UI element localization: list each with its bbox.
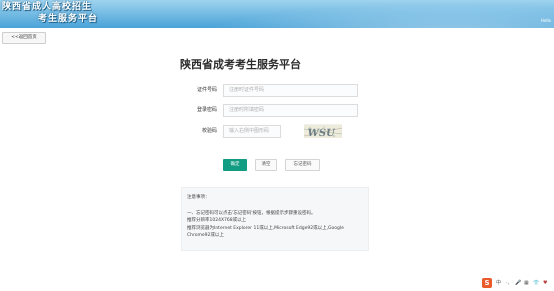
page-title: 陕西省成考考生服务平台: [180, 58, 301, 71]
chinese-mode-icon[interactable]: 中: [496, 280, 501, 286]
punctuation-icon[interactable]: ·,: [506, 280, 509, 286]
heart-icon[interactable]: ♥: [543, 280, 547, 286]
ime-toolbar: S 中 ·, 🎤 ▦ 👕 ♥: [482, 278, 552, 288]
captcha-image[interactable]: WSU: [304, 124, 342, 138]
notice-panel: 注意事项： 一、忘记密码可以点击'忘记密码'按钮，根据提示步骤重设密码。 推荐分…: [181, 187, 369, 251]
password-input[interactable]: 注册时所填密码: [223, 104, 358, 117]
banner-subtitle: 考生服务平台: [38, 14, 99, 24]
captcha-label: 校验码: [201, 128, 217, 134]
captcha-graphic: WSU: [304, 125, 342, 138]
notice-line: 推荐分辨率1024X768或以上: [187, 218, 247, 224]
notice-line: 一、忘记密码可以点击'忘记密码'按钮，根据提示步骤重设密码。: [187, 210, 316, 216]
keyboard-icon[interactable]: ▦: [524, 280, 529, 286]
banner-right-text: Hello: [540, 18, 551, 23]
banner-title: 陕西省成人高校招生: [2, 2, 93, 12]
back-home-button[interactable]: <<返回首页: [2, 32, 46, 44]
notice-line: 推荐浏览器为Internet Explorer 11或以上,Microsoft …: [187, 225, 344, 231]
clear-button[interactable]: 清空: [255, 159, 277, 171]
notice-title: 注意事项：: [187, 195, 210, 200]
id-number-label: 证件号码: [196, 87, 217, 93]
notice-line: Chrome92或以上: [187, 233, 224, 239]
skin-icon[interactable]: 👕: [533, 280, 539, 286]
password-label: 登录密码: [196, 107, 217, 113]
forgot-password-button[interactable]: 忘记密码: [285, 159, 320, 171]
header-banner: 陕西省成人高校招生 考生服务平台 Hello: [0, 0, 554, 28]
submit-button[interactable]: 确定: [223, 159, 247, 171]
microphone-icon[interactable]: 🎤: [515, 280, 521, 286]
captcha-input[interactable]: 输入右侧中图形码: [223, 125, 281, 138]
sogou-logo-icon[interactable]: S: [482, 278, 492, 288]
captcha-text: WSU: [306, 128, 336, 138]
id-number-input[interactable]: 注册时证件号码: [223, 84, 358, 97]
